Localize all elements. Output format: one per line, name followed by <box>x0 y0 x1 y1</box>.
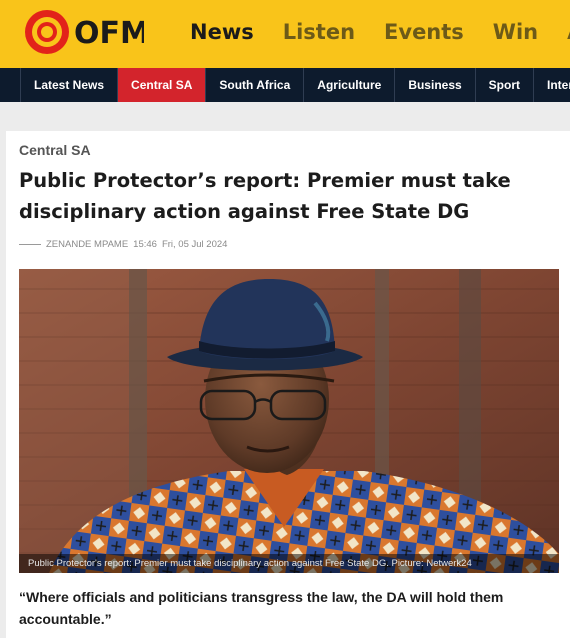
byline: ZENANDE MPAME 15:46 Fri, 05 Jul 2024 <box>19 239 227 250</box>
section-nav-item-south-africa[interactable]: South Africa <box>206 68 305 102</box>
ofm-logo[interactable]: OFM <box>20 7 144 57</box>
main-nav: NewsListenEventsWinAdv <box>190 20 570 44</box>
main-nav-item-news[interactable]: News <box>190 20 254 44</box>
byline-rule <box>19 244 41 245</box>
main-nav-item-listen[interactable]: Listen <box>283 20 355 44</box>
article-photo[interactable]: Public Protector's report: Premier must … <box>19 269 559 573</box>
article-category[interactable]: Central SA <box>19 142 91 158</box>
section-nav-item-sport[interactable]: Sport <box>476 68 535 102</box>
section-nav-item-latest-news[interactable]: Latest News <box>20 68 119 102</box>
photo-illustration <box>19 269 559 573</box>
section-nav-item-intern[interactable]: Intern <box>534 68 570 102</box>
article-card: Central SA Public Protector’s report: Pr… <box>6 131 570 638</box>
author-name[interactable]: ZENANDE MPAME <box>46 239 128 250</box>
publish-time: 15:46 <box>133 239 157 250</box>
logo-text: OFM <box>74 16 144 51</box>
photo-caption: Public Protector's report: Premier must … <box>19 554 559 573</box>
section-nav-item-central-sa[interactable]: Central SA <box>118 68 207 102</box>
section-nav: Latest News Central SA South Africa Agricul… <box>0 68 570 102</box>
section-nav-item-business[interactable]: Business <box>395 68 476 102</box>
article-pullquote: “Where officials and politicians transgr… <box>19 589 504 627</box>
main-nav-item-win[interactable]: Win <box>493 20 538 44</box>
main-nav-item-events[interactable]: Events <box>384 20 464 44</box>
site-header: OFM NewsListenEventsWinAdv <box>0 0 570 68</box>
publish-date: Fri, 05 Jul 2024 <box>161 239 228 250</box>
section-nav-item-agriculture[interactable]: Agriculture <box>304 68 396 102</box>
article-headline: Public Protector’s report: Premier must … <box>19 169 511 223</box>
